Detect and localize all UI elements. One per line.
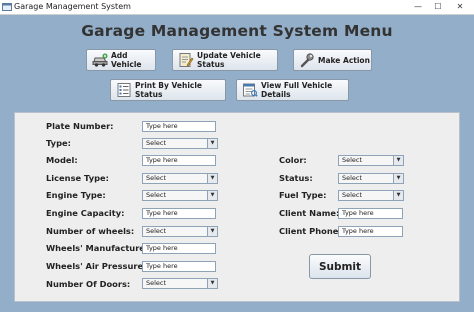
add-vehicle-label: Add Vehicle (111, 51, 142, 69)
wheels-air-pressure-input[interactable]: Type here (142, 261, 216, 272)
status-select-value: Select (342, 174, 363, 182)
wheels-air-pressure-label: Wheels' Air Pressure: (46, 261, 147, 271)
number-of-doors-select[interactable]: Select ▼ (142, 278, 218, 289)
model-label: Model: (46, 155, 78, 165)
edit-document-icon (179, 53, 194, 67)
model-input[interactable]: Type here (142, 155, 216, 166)
app-icon (2, 3, 12, 11)
engine-capacity-input[interactable]: Type here (142, 208, 216, 219)
wheels-manufacturer-label: Wheels' Manufacturer: (46, 243, 153, 253)
chevron-down-icon: ▼ (393, 191, 403, 200)
submit-button[interactable]: Submit (309, 254, 371, 279)
client-name-input[interactable]: Type here (338, 208, 403, 219)
chevron-down-icon: ▼ (393, 174, 403, 183)
status-select[interactable]: Select ▼ (338, 173, 404, 184)
number-of-wheels-select[interactable]: Select ▼ (142, 226, 218, 237)
chevron-down-icon: ▼ (207, 279, 217, 288)
chevron-down-icon: ▼ (207, 139, 217, 148)
type-select[interactable]: Select ▼ (142, 138, 218, 149)
client-phone-input[interactable]: Type here (338, 226, 403, 237)
fuel-type-select-value: Select (342, 191, 363, 199)
engine-type-select[interactable]: Select ▼ (142, 190, 218, 201)
number-of-doors-select-value: Select (146, 279, 167, 287)
number-of-doors-label: Number Of Doors: (46, 279, 131, 289)
color-select[interactable]: Select ▼ (338, 155, 404, 166)
add-vehicle-button[interactable]: Add Vehicle (86, 49, 156, 71)
make-action-button[interactable]: Make Action (293, 49, 372, 71)
number-of-wheels-select-value: Select (146, 227, 167, 235)
engine-type-label: Engine Type: (46, 190, 106, 200)
print-by-vehicle-status-button[interactable]: Print By Vehicle Status (110, 79, 226, 101)
maximize-button[interactable]: ☐ (428, 0, 448, 14)
chevron-down-icon: ▼ (207, 191, 217, 200)
type-select-value: Select (146, 139, 167, 147)
minimize-button[interactable]: — (408, 0, 428, 14)
update-vehicle-status-button[interactable]: Update Vehicle Status (172, 49, 278, 71)
color-label: Color: (279, 155, 307, 165)
client-phone-label: Client Phone: (279, 226, 342, 236)
wheels-manufacturer-input[interactable]: Type here (142, 243, 216, 254)
view-full-vehicle-details-label: View Full Vehicle Details (261, 81, 333, 99)
make-action-label: Make Action (318, 55, 370, 65)
title-bar: Garage Management System — ☐ ✕ (0, 0, 474, 15)
view-full-vehicle-details-button[interactable]: View Full Vehicle Details (236, 79, 349, 101)
engine-type-select-value: Select (146, 191, 167, 199)
status-label: Status: (279, 173, 313, 183)
chevron-down-icon: ▼ (207, 227, 217, 236)
client-name-label: Client Name: (279, 208, 340, 218)
car-icon (92, 53, 108, 67)
vehicle-form-panel (14, 112, 460, 302)
update-vehicle-status-label: Update Vehicle Status (197, 51, 261, 69)
document-view-icon (243, 83, 258, 97)
plate-number-label: Plate Number: (46, 121, 114, 131)
window-title: Garage Management System (14, 2, 131, 11)
plate-number-input[interactable]: Type here (142, 121, 216, 132)
type-label: Type: (46, 138, 71, 148)
list-icon (117, 83, 131, 97)
close-button[interactable]: ✕ (450, 0, 470, 14)
license-type-label: License Type: (46, 173, 110, 183)
page-title: Garage Management System Menu (81, 22, 393, 40)
fuel-type-select[interactable]: Select ▼ (338, 190, 404, 201)
license-type-select-value: Select (146, 174, 167, 182)
color-select-value: Select (342, 156, 363, 164)
chevron-down-icon: ▼ (207, 174, 217, 183)
license-type-select[interactable]: Select ▼ (142, 173, 218, 184)
print-by-vehicle-status-label: Print By Vehicle Status (135, 81, 203, 99)
number-of-wheels-label: Number of wheels: (46, 226, 135, 236)
fuel-type-label: Fuel Type: (279, 190, 327, 200)
chevron-down-icon: ▼ (393, 156, 403, 165)
engine-capacity-label: Engine Capacity: (46, 208, 125, 218)
wrench-icon (300, 53, 314, 68)
